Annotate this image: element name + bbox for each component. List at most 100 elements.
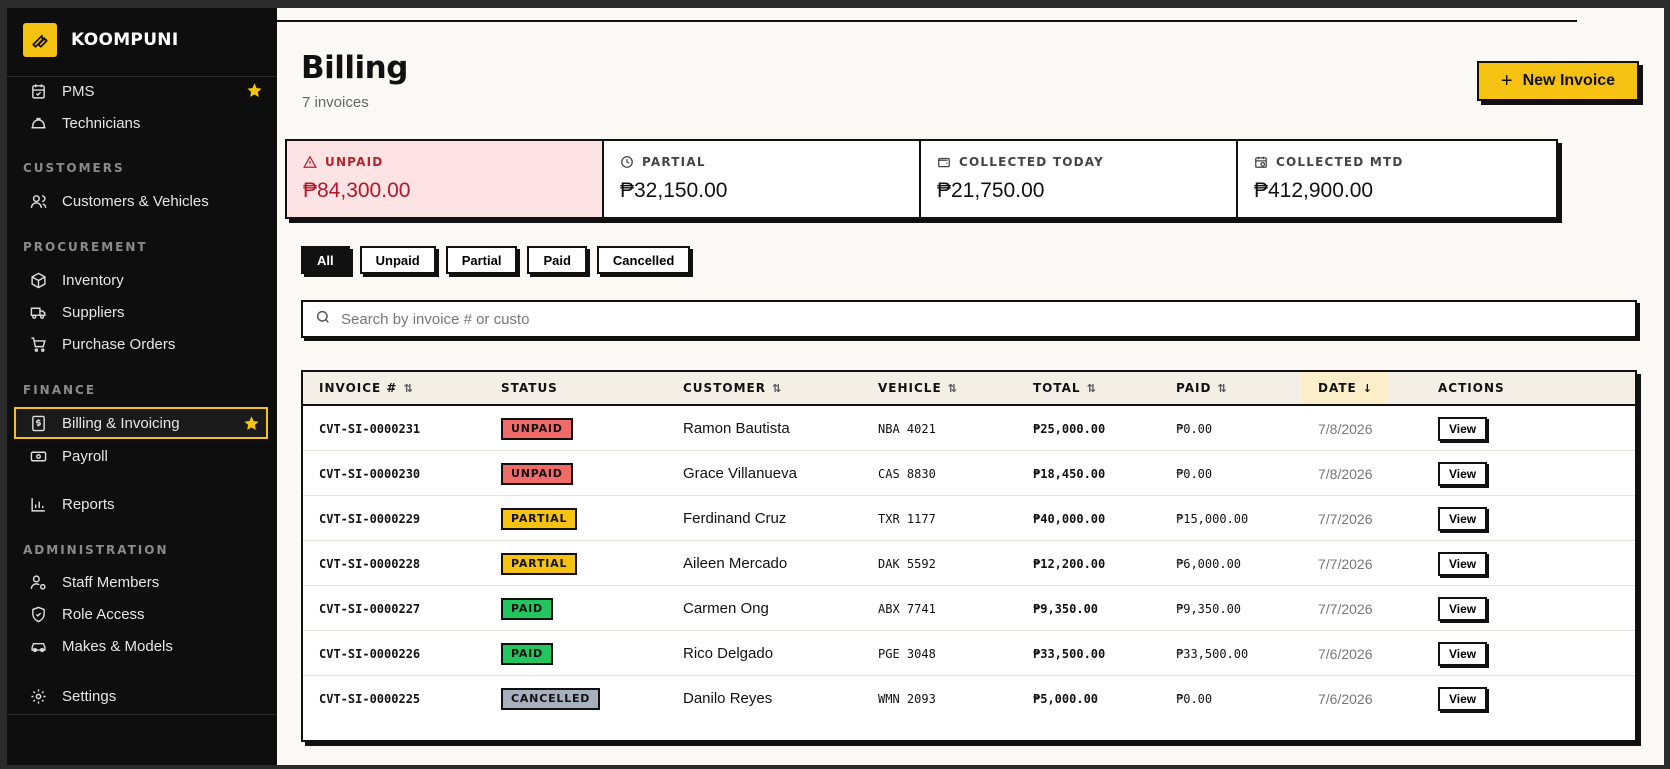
sidebar-item-makes-models[interactable]: Makes & Models xyxy=(7,631,277,661)
customer-name: Ramon Bautista xyxy=(683,420,790,437)
filter-all[interactable]: All xyxy=(301,246,350,274)
stat-value: ₱32,150.00 xyxy=(620,179,728,202)
invoice-date: 7/6/2026 xyxy=(1318,645,1373,662)
stat-label: PARTIAL xyxy=(642,155,706,169)
sidebar-item-label: Payroll xyxy=(62,447,108,465)
sidebar-item-label: Customers & Vehicles xyxy=(62,192,209,210)
column-header-total[interactable]: TOTAL ⇅ xyxy=(1033,372,1096,404)
customer-name: Grace Villanueva xyxy=(683,465,797,482)
truck-icon xyxy=(29,303,47,321)
actions-cell: View xyxy=(1438,406,1488,451)
customer-name: Rico Delgado xyxy=(683,645,774,662)
actions-cell: View xyxy=(1438,541,1488,586)
shield-check-icon xyxy=(29,605,47,623)
stat-card-collected-today: COLLECTED TODAY ₱21,750.00 xyxy=(919,139,1241,219)
star-icon[interactable] xyxy=(243,415,260,436)
search-input[interactable] xyxy=(341,310,1241,328)
sidebar-item-payroll[interactable]: Payroll xyxy=(7,441,277,471)
invoice-date: 7/8/2026 xyxy=(1318,420,1373,437)
view-button[interactable]: View xyxy=(1438,596,1488,621)
sidebar-item-role-access[interactable]: Role Access xyxy=(7,599,277,629)
column-header-date[interactable]: DATE ↓ xyxy=(1302,372,1388,404)
customer-name: Carmen Ong xyxy=(683,600,769,617)
sidebar-item-reports[interactable]: Reports xyxy=(7,489,277,519)
sidebar-item-suppliers[interactable]: Suppliers xyxy=(7,297,277,327)
total-amount: ₱12,200.00 xyxy=(1033,556,1106,571)
sidebar-item-label: Suppliers xyxy=(62,303,125,321)
column-header-invoice[interactable]: INVOICE # ⇅ xyxy=(319,372,413,404)
filter-cancelled[interactable]: Cancelled xyxy=(596,246,691,274)
status-cell: PAID xyxy=(501,586,553,631)
view-button[interactable]: View xyxy=(1438,416,1488,441)
page-title: Billing xyxy=(301,50,408,86)
filter-unpaid[interactable]: Unpaid xyxy=(359,246,436,274)
total-amount: ₱9,350.00 xyxy=(1033,601,1099,616)
table-row[interactable]: CVT-SI-0000225 CANCELLED Danilo Reyes WMN 2… xyxy=(303,676,1635,721)
column-label: INVOICE # xyxy=(319,381,398,395)
view-button[interactable]: View xyxy=(1438,461,1488,486)
stat-value: ₱84,300.00 xyxy=(303,179,411,202)
sidebar-item-settings[interactable]: Settings xyxy=(7,681,277,711)
table-row[interactable]: CVT-SI-0000228 PARTIAL Aileen Mercado DAK 5… xyxy=(303,541,1635,586)
sidebar-item-label: Reports xyxy=(62,495,115,513)
sidebar-item-pms[interactable]: PMS xyxy=(7,76,277,106)
status-cell: PARTIAL xyxy=(501,496,578,541)
invoice-number[interactable]: CVT-SI-0000230 xyxy=(319,451,420,496)
search-bar[interactable] xyxy=(301,300,1637,338)
sidebar-item-label: Technicians xyxy=(62,114,141,132)
table-row[interactable]: CVT-SI-0000229 PARTIAL Ferdinand Cruz TXR 1… xyxy=(303,496,1635,541)
table-row[interactable]: CVT-SI-0000227 PAID Carmen Ong ABX 7741 ₱9,3… xyxy=(303,586,1635,631)
star-icon[interactable] xyxy=(246,82,263,103)
view-button[interactable]: View xyxy=(1438,551,1488,576)
invoice-number[interactable]: CVT-SI-0000227 xyxy=(319,586,420,631)
sidebar-divider xyxy=(7,714,277,715)
table-row[interactable]: CVT-SI-0000230 UNPAID Grace Villanueva CAS … xyxy=(303,451,1635,496)
table-row[interactable]: CVT-SI-0000226 PAID Rico Delgado PGE 3048 ₱3… xyxy=(303,631,1635,676)
status-badge: PARTIAL xyxy=(501,507,578,530)
column-header-paid[interactable]: PAID ⇅ xyxy=(1176,372,1227,404)
filter-partial[interactable]: Partial xyxy=(445,246,518,274)
sidebar-item-staff-members[interactable]: Staff Members xyxy=(7,567,277,597)
sidebar-item-billing-invoicing[interactable]: Billing & Invoicing xyxy=(14,407,268,439)
view-button[interactable]: View xyxy=(1438,641,1488,666)
table-row[interactable]: CVT-SI-0000231 UNPAID Ramon Bautista NBA 40… xyxy=(303,406,1635,451)
plus-icon: + xyxy=(1500,69,1513,92)
actions-cell: View xyxy=(1438,496,1488,541)
invoice-number[interactable]: CVT-SI-0000225 xyxy=(319,676,420,721)
status-cell: CANCELLED xyxy=(501,676,601,721)
section-label-procurement: PROCUREMENT xyxy=(23,240,148,254)
customer-name: Aileen Mercado xyxy=(683,555,788,572)
invoice-number[interactable]: CVT-SI-0000231 xyxy=(319,406,420,451)
sidebar-item-customers-vehicles[interactable]: Customers & Vehicles xyxy=(7,186,277,216)
column-header-vehicle[interactable]: VEHICLE ⇅ xyxy=(878,372,957,404)
sort-icon: ⇅ xyxy=(1217,381,1227,395)
column-label: STATUS xyxy=(501,381,558,395)
clipboard-calendar-icon xyxy=(29,82,47,100)
actions-cell: View xyxy=(1438,676,1488,721)
vehicle-plate: NBA 4021 xyxy=(878,421,936,436)
invoice-date: 7/6/2026 xyxy=(1318,690,1373,707)
invoice-number[interactable]: CVT-SI-0000228 xyxy=(319,541,420,586)
banknote-icon xyxy=(29,447,47,465)
sidebar-item-purchase-orders[interactable]: Purchase Orders xyxy=(7,329,277,359)
sidebar-item-technicians[interactable]: Technicians xyxy=(7,108,277,138)
paid-amount: ₱6,000.00 xyxy=(1176,556,1242,571)
paid-amount: ₱0.00 xyxy=(1176,421,1213,436)
invoice-number[interactable]: CVT-SI-0000226 xyxy=(319,631,420,676)
paid-amount: ₱9,350.00 xyxy=(1176,601,1242,616)
status-cell: PARTIAL xyxy=(501,541,578,586)
view-button[interactable]: View xyxy=(1438,686,1488,711)
column-label: TOTAL xyxy=(1033,381,1081,395)
filter-paid[interactable]: Paid xyxy=(527,246,587,274)
column-header-customer[interactable]: CUSTOMER ⇅ xyxy=(683,372,781,404)
new-invoice-button[interactable]: + New Invoice xyxy=(1477,61,1639,101)
sidebar-item-inventory[interactable]: Inventory xyxy=(7,265,277,295)
stat-card-partial: PARTIAL ₱32,150.00 xyxy=(602,139,924,219)
view-button[interactable]: View xyxy=(1438,506,1488,531)
invoice-date: 7/7/2026 xyxy=(1318,600,1373,617)
status-badge: PAID xyxy=(501,597,553,620)
brand[interactable]: KOOMPUNI xyxy=(7,8,277,72)
actions-cell: View xyxy=(1438,586,1488,631)
actions-cell: View xyxy=(1438,631,1488,676)
invoice-number[interactable]: CVT-SI-0000229 xyxy=(319,496,420,541)
